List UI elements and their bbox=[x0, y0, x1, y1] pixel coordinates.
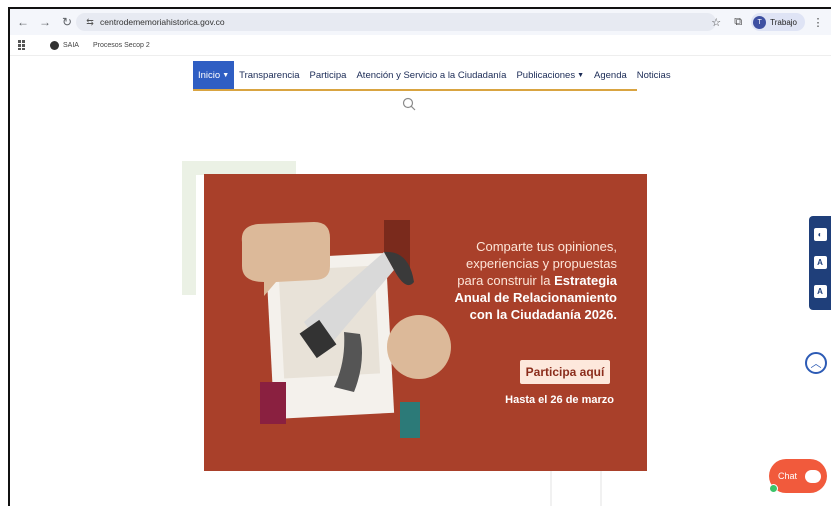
globe-icon bbox=[50, 40, 59, 50]
nav-item-agenda[interactable]: Agenda bbox=[589, 61, 632, 89]
profile-button[interactable]: T Trabajo bbox=[751, 13, 805, 31]
chat-bubble-icon bbox=[805, 469, 822, 483]
bookmark-star-icon[interactable]: ☆ bbox=[707, 13, 725, 31]
banner-message: Comparte tus opiniones, experiencias y p… bbox=[454, 239, 617, 322]
nav-item-atencion[interactable]: Atención y Servicio a la Ciudadanía bbox=[351, 61, 511, 89]
forward-arrow-icon[interactable]: → bbox=[36, 13, 54, 31]
chat-label: Chat bbox=[778, 471, 798, 481]
accessibility-toolbar: ◐ A A bbox=[809, 216, 831, 310]
chevron-down-icon: ▼ bbox=[222, 71, 230, 79]
online-status-dot bbox=[769, 484, 778, 493]
browser-toolbar: ← → ↻ ⇆ centrodememoriahistorica.gov.co … bbox=[10, 9, 831, 35]
url-text: centrodememoriahistorica.gov.co bbox=[100, 17, 225, 27]
scroll-to-top-button[interactable]: ︿ bbox=[805, 352, 827, 374]
site-info-icon[interactable]: ⇆ bbox=[84, 16, 96, 28]
deadline-text: Hasta el 26 de marzo bbox=[505, 394, 614, 406]
chevron-up-icon: ︿ bbox=[810, 358, 822, 370]
nav-item-transparencia[interactable]: Transparencia bbox=[234, 61, 304, 89]
address-bar[interactable]: ⇆ centrodememoriahistorica.gov.co bbox=[76, 13, 716, 31]
site-navigation: Inicio ▼ Transparencia Participa Atención… bbox=[193, 61, 671, 91]
toolbar-right: ☆ ⧉ T Trabajo ⋮ bbox=[707, 12, 831, 32]
back-arrow-icon[interactable]: ← bbox=[14, 13, 32, 31]
bookmark-saia[interactable]: SAIA bbox=[50, 40, 79, 50]
nav-item-publicaciones[interactable]: Publicaciones ▼ bbox=[511, 61, 589, 89]
menu-icon[interactable]: ⋮ bbox=[809, 13, 827, 31]
bookmark-procesos-secop[interactable]: Procesos Secop 2 bbox=[93, 42, 150, 49]
profile-label: Trabajo bbox=[770, 17, 797, 27]
participa-button[interactable]: Participa aquí bbox=[520, 360, 610, 384]
font-increase-icon[interactable]: A bbox=[813, 256, 827, 270]
contrast-icon[interactable]: ◐ bbox=[813, 227, 827, 241]
extensions-icon[interactable]: ⧉ bbox=[729, 13, 747, 31]
apps-grid-icon[interactable] bbox=[18, 40, 28, 50]
bookmarks-bar: SAIA Procesos Secop 2 bbox=[10, 35, 831, 56]
avatar: T bbox=[753, 15, 767, 29]
reload-icon[interactable]: ↻ bbox=[58, 13, 76, 31]
chat-widget-button[interactable]: Chat bbox=[769, 459, 827, 493]
browser-window: ← → ↻ ⇆ centrodememoriahistorica.gov.co … bbox=[8, 7, 831, 506]
nav-item-noticias[interactable]: Noticias bbox=[632, 61, 676, 89]
font-decrease-icon[interactable]: A bbox=[813, 285, 827, 299]
nav-item-inicio[interactable]: Inicio ▼ bbox=[193, 61, 235, 89]
chevron-down-icon: ▼ bbox=[577, 71, 585, 79]
search-icon[interactable] bbox=[402, 97, 416, 111]
nav-item-participa[interactable]: Participa bbox=[305, 61, 352, 89]
hero-banner[interactable]: Comparte tus opiniones, experiencias y p… bbox=[204, 174, 647, 471]
